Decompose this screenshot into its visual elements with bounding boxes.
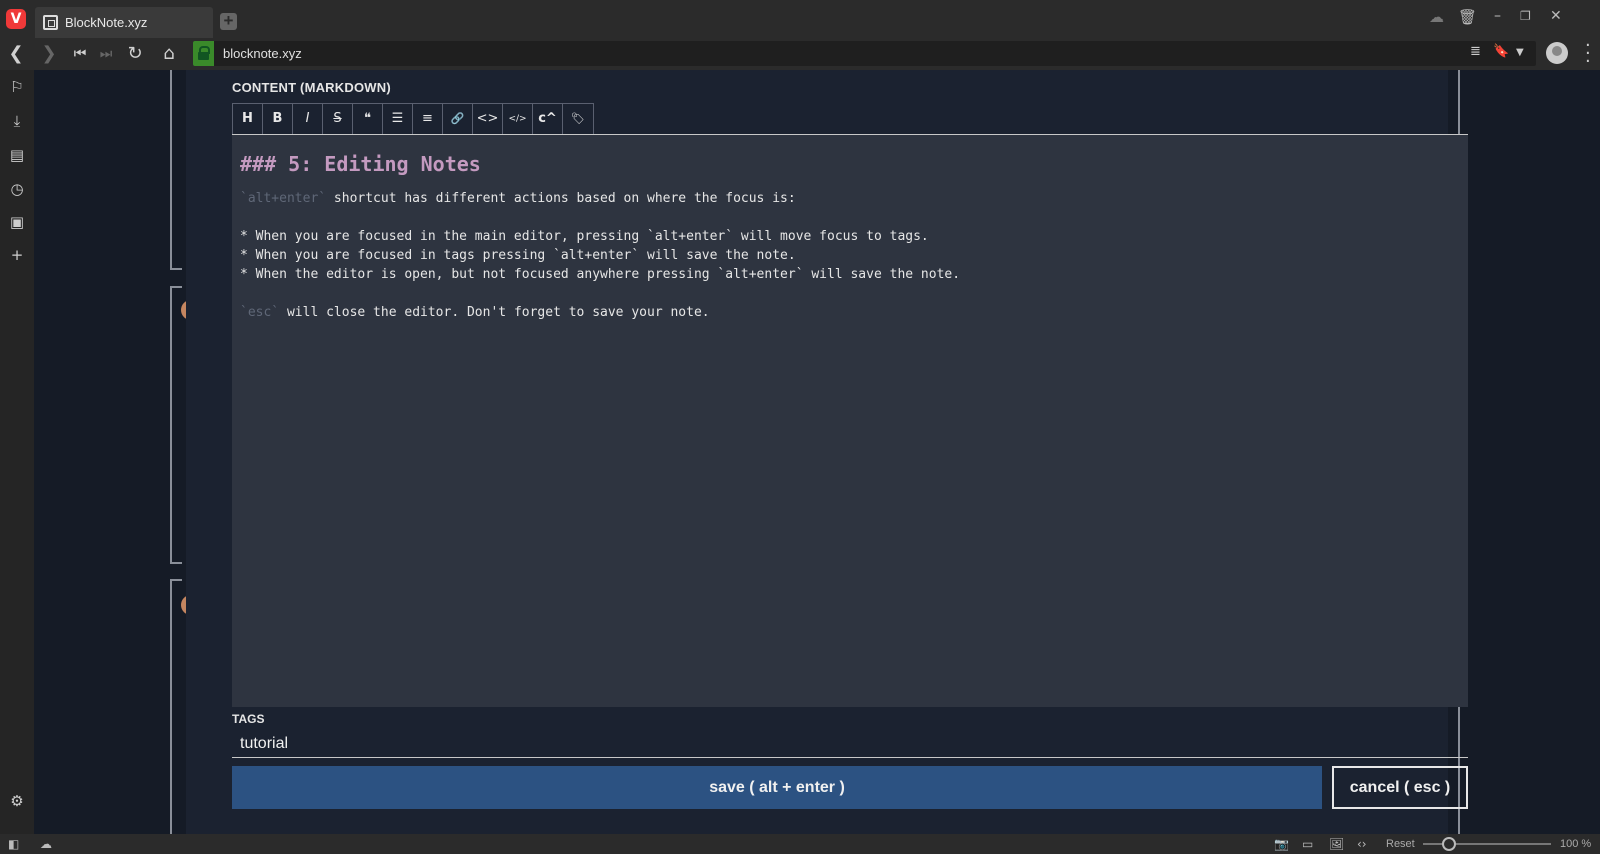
numbered-list-button[interactable]: ≡	[413, 104, 443, 134]
notes-panel-icon[interactable]: ▤	[8, 146, 26, 164]
zoom-reset-button[interactable]: Reset	[1386, 838, 1415, 850]
home-icon[interactable]: ⌂	[158, 43, 180, 65]
tag-button[interactable]: 🏷	[563, 104, 593, 134]
editor-line: `esc` will close the editor. Don't forge…	[240, 303, 1460, 322]
editor-blank-line	[240, 208, 1460, 227]
italic-button[interactable]: I	[293, 104, 323, 134]
markdown-editor[interactable]: ### 5: Editing Notes `alt+enter` shortcu…	[232, 135, 1468, 707]
trash-icon[interactable]: 🗑	[1458, 8, 1477, 26]
editor-line: `alt+enter` shortcut has different actio…	[240, 189, 1460, 208]
note-editor-modal: CONTENT (MARKDOWN) H B I S ❝ ☰ ≡ 🔗 <> </> c^ 🏷 ### …	[186, 70, 1468, 834]
image-toggle-icon[interactable]: 🖼	[1329, 837, 1344, 851]
bookmarks-panel-icon[interactable]: ⚐	[8, 78, 26, 96]
rewind-icon[interactable]: ⏮	[69, 43, 91, 65]
cancel-button[interactable]: cancel ( esc )	[1332, 766, 1468, 809]
markdown-toolbar: H B I S ❝ ☰ ≡ 🔗 <> </> c^ 🏷	[232, 103, 594, 134]
profile-avatar-icon[interactable]	[1546, 42, 1568, 64]
editor-text: will close the editor. Don't forget to s…	[279, 305, 710, 320]
new-tab-button[interactable]: +	[220, 12, 237, 30]
page-content: CONTENT (MARKDOWN) H B I S ❝ ☰ ≡ 🔗 <> </> c^ 🏷 ### …	[34, 70, 1600, 834]
zoom-level: 100 %	[1560, 838, 1592, 850]
tiling-icon[interactable]: ▭	[1302, 837, 1313, 851]
bold-button[interactable]: B	[263, 104, 293, 134]
vivaldi-menu-icon[interactable]: V	[6, 9, 26, 29]
bookmark-page-icon[interactable]: 🔖	[1493, 44, 1509, 59]
editor-heading-line: ### 5: Editing Notes	[240, 152, 481, 176]
editor-text: shortcut has different actions based on …	[326, 191, 796, 206]
inline-code: `esc`	[240, 305, 280, 320]
chevron-down-icon[interactable]: ▼	[1516, 47, 1524, 58]
tab-bar: V BlockNote.xyz + ☁ 🗑 – ❐ ✕	[0, 0, 1600, 38]
tags-input[interactable]	[232, 730, 1468, 758]
downloads-panel-icon[interactable]: ⤓	[8, 112, 26, 130]
restore-window-button[interactable]: ❐	[1520, 9, 1531, 23]
tags-label: TAGS	[232, 712, 265, 726]
save-button[interactable]: save ( alt + enter )	[232, 766, 1322, 809]
side-panel: ⚐ ⤓ ▤ ◷ ▣ + ⚙	[0, 70, 34, 834]
editor-bullet-line: * When you are focused in tags pressing …	[240, 248, 796, 263]
fast-forward-icon[interactable]: ⏭	[95, 43, 117, 65]
sync-status-icon[interactable]: ☁	[40, 837, 52, 851]
note-card-edge	[170, 579, 182, 834]
close-window-button[interactable]: ✕	[1550, 8, 1562, 24]
screenshot-icon[interactable]: 📷	[1274, 837, 1289, 851]
link-button[interactable]: 🔗	[443, 104, 473, 134]
zoom-slider-handle[interactable]	[1442, 837, 1456, 851]
note-card-edge	[170, 286, 182, 564]
add-web-panel-icon[interactable]: +	[8, 246, 26, 264]
heading-button[interactable]: H	[233, 104, 263, 134]
url-text: blocknote.xyz	[223, 46, 302, 61]
toggle-panel-icon[interactable]: ◧	[8, 837, 19, 851]
quote-button[interactable]: ❝	[353, 104, 383, 134]
inline-code: `alt+enter`	[240, 191, 327, 206]
editor-blank-line	[240, 284, 1460, 303]
note-card-edge	[170, 70, 182, 270]
tab-title: BlockNote.xyz	[65, 15, 148, 30]
more-menu-icon[interactable]: · · ·	[1585, 37, 1591, 71]
forward-icon[interactable]: ❯	[38, 43, 60, 65]
address-field[interactable]: blocknote.xyz ≣ 🔖 ▼	[193, 41, 1536, 66]
reload-icon[interactable]: ↻	[124, 43, 146, 65]
strikethrough-button[interactable]: S	[323, 104, 353, 134]
lock-icon[interactable]	[193, 41, 214, 66]
status-bar: ◧ ☁ 📷 ▭ 🖼 ‹› Reset 100 %	[0, 834, 1600, 854]
code-block-button[interactable]: </>	[503, 104, 533, 134]
history-panel-icon[interactable]: ◷	[8, 180, 26, 198]
sync-cloud-icon[interactable]: ☁	[1429, 8, 1444, 26]
tab-blocknote[interactable]: BlockNote.xyz	[35, 7, 213, 38]
navigation-bar: ❮ ❯ ⏮ ⏭ ↻ ⌂ blocknote.xyz ≣ 🔖 ▼ · · ·	[0, 37, 1600, 71]
page-actions-icon[interactable]: ‹›	[1357, 837, 1367, 851]
bullet-list-button[interactable]: ☰	[383, 104, 413, 134]
code-button[interactable]: <>	[473, 104, 503, 134]
content-label: CONTENT (MARKDOWN)	[232, 80, 391, 95]
editor-bullet-line: * When you are focused in the main edito…	[240, 229, 929, 244]
reader-view-icon[interactable]: ≣	[1470, 44, 1481, 59]
minimize-window-button[interactable]: –	[1494, 8, 1501, 24]
back-icon[interactable]: ❮	[5, 43, 27, 65]
window-panel-icon[interactable]: ▣	[8, 213, 26, 231]
editor-bullet-line: * When the editor is open, but not focus…	[240, 267, 961, 282]
blocknote-favicon-icon	[43, 15, 58, 30]
superscript-button[interactable]: c^	[533, 104, 563, 134]
settings-gear-icon[interactable]: ⚙	[8, 792, 26, 810]
